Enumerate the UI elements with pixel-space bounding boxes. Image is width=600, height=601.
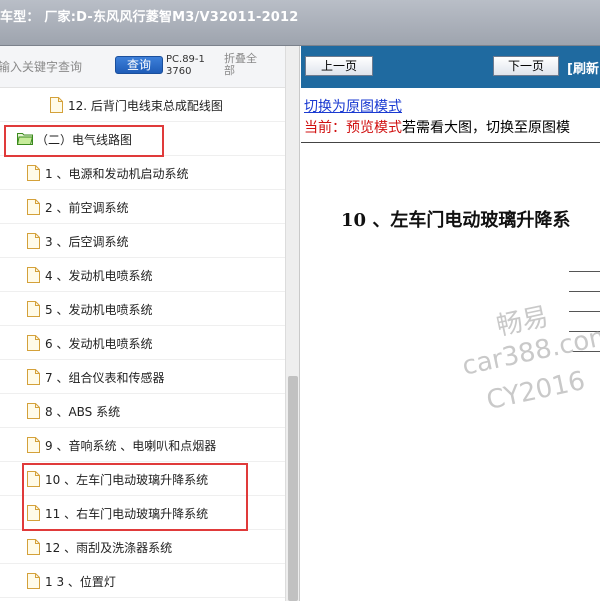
tree-item[interactable]: 5 、发动机电喷系统 xyxy=(0,292,285,326)
tree-item[interactable]: 4 、发动机电喷系统 xyxy=(0,258,285,292)
tree-item-label: 1 、电源和发动机启动系统 xyxy=(45,167,189,181)
document-icon xyxy=(27,403,40,419)
document-icon xyxy=(27,199,40,215)
tree-item-label: 12. 后背门电线束总成配线图 xyxy=(68,99,223,113)
viewer-toolbar: 上一页 下一页 [刷新 xyxy=(301,46,600,88)
mode-status-hint: 若需看大图，切换至原图模 xyxy=(402,120,570,136)
highlight-box-folder xyxy=(4,125,164,157)
search-input[interactable] xyxy=(0,57,106,77)
tree-item-label: 1 3 、位置灯 xyxy=(45,575,116,589)
part-code: PC.89-13760 xyxy=(166,54,205,77)
search-bar: 查询 PC.89-13760 折叠全部 xyxy=(0,46,299,88)
document-icon xyxy=(27,437,40,453)
refresh-link[interactable]: [刷新 xyxy=(567,58,599,77)
tree-item-label: 9 、音响系统 、电喇叭和点烟器 xyxy=(45,439,217,453)
tree-scrollbar[interactable] xyxy=(285,46,299,601)
tree-item-label: 2 、前空调系统 xyxy=(45,201,129,215)
document-icon xyxy=(27,573,40,589)
next-page-label: 下一页 xyxy=(507,59,544,73)
tree-item-label: 5 、发动机电喷系统 xyxy=(45,303,153,317)
tree-item[interactable]: 1 3 、位置灯 xyxy=(0,564,285,598)
diagram-line xyxy=(569,271,600,272)
highlight-box-door-systems xyxy=(22,463,248,531)
tree-item-label: 3 、后空调系统 xyxy=(45,235,129,249)
tree-item[interactable]: 2 、前空调系统 xyxy=(0,190,285,224)
diagram-line xyxy=(569,311,600,312)
tree-item[interactable]: 3 、后空调系统 xyxy=(0,224,285,258)
tree-item-label: 7 、组合仪表和传感器 xyxy=(45,371,165,385)
diagram-line xyxy=(569,291,600,292)
tree-item[interactable]: 9 、音响系统 、电喇叭和点烟器 xyxy=(0,428,285,462)
mode-status: 当前：预览模式若需看大图，切换至原图模 xyxy=(304,117,570,137)
viewer-panel: 上一页 下一页 [刷新 切换为原图模式 当前：预览模式若需看大图，切换至原图模 … xyxy=(301,46,600,601)
document-icon xyxy=(27,267,40,283)
document-icon xyxy=(27,369,40,385)
query-button[interactable]: 查询 xyxy=(115,56,163,74)
title-bar: 车型： 厂家:D-东风风行菱智M3/V32011-2012 xyxy=(0,0,600,46)
scroll-thumb[interactable] xyxy=(288,376,298,601)
prev-page-button[interactable]: 上一页 xyxy=(305,56,373,76)
next-page-button[interactable]: 下一页 xyxy=(493,56,559,76)
document-icon xyxy=(27,233,40,249)
tree-item[interactable]: 12. 后背门电线束总成配线图 xyxy=(0,88,285,122)
document-icon xyxy=(27,539,40,555)
mode-status-current: 当前：预览模式 xyxy=(304,120,402,136)
switch-original-mode-link[interactable]: 切换为原图模式 xyxy=(304,96,402,116)
document-icon xyxy=(27,165,40,181)
prev-page-label: 上一页 xyxy=(320,59,357,73)
tree-item-label: 8 、ABS 系统 xyxy=(45,405,121,419)
tree-item-label: 12 、雨刮及洗涤器系统 xyxy=(45,541,173,555)
tree-item[interactable]: 7 、组合仪表和传感器 xyxy=(0,360,285,394)
tree-item[interactable]: 6 、发动机电喷系统 xyxy=(0,326,285,360)
document-icon xyxy=(27,301,40,317)
document-icon xyxy=(50,97,63,113)
viewer-divider xyxy=(301,142,600,143)
tree-item-label: 6 、发动机电喷系统 xyxy=(45,337,153,351)
tree-item-label: 4 、发动机电喷系统 xyxy=(45,269,153,283)
tree-item[interactable]: 1 、电源和发动机启动系统 xyxy=(0,156,285,190)
document-title: 10 、左车门电动玻璃升降系 xyxy=(341,210,571,231)
collapse-all-button[interactable]: 折叠全部 xyxy=(224,53,266,77)
document-icon xyxy=(27,335,40,351)
tree-item[interactable]: 12 、雨刮及洗涤器系统 xyxy=(0,530,285,564)
window-title: 车型： 厂家:D-东风风行菱智M3/V32011-2012 xyxy=(0,10,299,25)
tree-item[interactable]: 8 、ABS 系统 xyxy=(0,394,285,428)
